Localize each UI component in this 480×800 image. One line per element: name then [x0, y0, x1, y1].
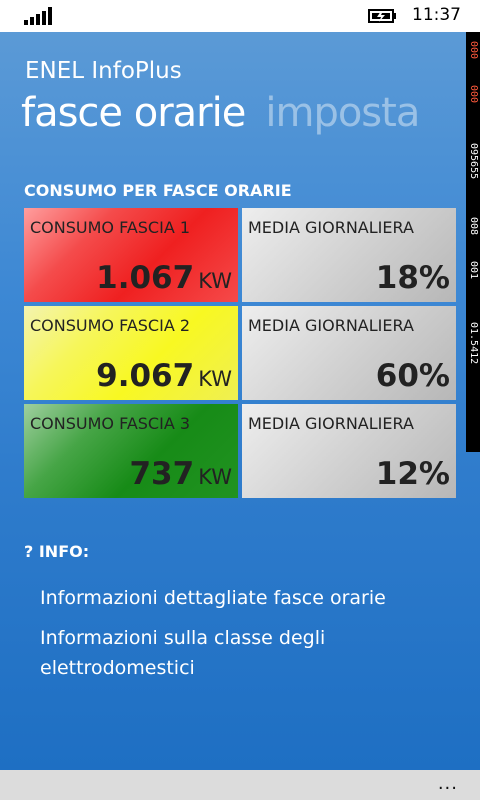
consumption-value: 9.067: [96, 358, 195, 394]
tile-value: 9.067 KW: [96, 358, 232, 394]
app-title: ENEL InfoPlus: [25, 58, 182, 84]
pivot-tab-imposta[interactable]: imposta: [265, 90, 420, 136]
media-value: 12%: [375, 456, 450, 492]
tile-value: 737 KW: [129, 456, 232, 492]
tile-label: MEDIA GIORNALIERA: [248, 316, 414, 335]
ellipsis-icon[interactable]: ...: [438, 773, 458, 794]
clock: 11:37: [412, 5, 461, 25]
tile-label: MEDIA GIORNALIERA: [248, 414, 414, 433]
tile-media-giornaliera-3[interactable]: MEDIA GIORNALIERA 12%: [242, 404, 456, 498]
frame-counter: 001: [468, 260, 479, 280]
consumption-unit: KW: [198, 367, 232, 391]
info-link-classe-elettrodomestici[interactable]: Informazioni sulla classe degli elettrod…: [40, 623, 450, 683]
pivot-header: fasce orarie imposta: [21, 90, 420, 136]
pivot-tab-fasce-orarie[interactable]: fasce orarie: [21, 90, 246, 136]
tile-value: 60%: [376, 358, 450, 394]
signal-strength-icon: [24, 7, 54, 25]
tile-label: MEDIA GIORNALIERA: [248, 218, 414, 237]
tile-consumo-fascia-1[interactable]: CONSUMO FASCIA 1 1.067 KW: [24, 208, 238, 302]
app-bar: ...: [0, 770, 480, 800]
consumption-value: 737: [129, 456, 195, 492]
tile-label: CONSUMO FASCIA 2: [30, 316, 191, 335]
frame-counter: 01.5412: [468, 321, 479, 365]
consumption-unit: KW: [198, 465, 232, 489]
frame-rate-counters: 000 000 095655 008 001 01.5412: [466, 32, 480, 452]
media-value: 18%: [375, 260, 450, 296]
tile-media-giornaliera-2[interactable]: MEDIA GIORNALIERA 60%: [242, 306, 456, 400]
section-header: CONSUMO PER FASCE ORARIE: [24, 181, 292, 200]
info-header: ? INFO:: [24, 542, 90, 561]
tile-consumo-fascia-3[interactable]: CONSUMO FASCIA 3 737 KW: [24, 404, 238, 498]
info-link-fasce-orarie[interactable]: Informazioni dettagliate fasce orarie: [40, 583, 450, 613]
frame-counter: 000: [468, 84, 479, 104]
frame-counter: 000: [468, 40, 479, 60]
consumption-unit: KW: [198, 269, 232, 293]
tile-value: 12%: [376, 456, 450, 492]
tile-label: CONSUMO FASCIA 1: [30, 218, 191, 237]
consumption-value: 1.067: [96, 260, 195, 296]
battery-charging-icon: [368, 9, 396, 23]
status-bar: 11:37: [0, 0, 480, 32]
main-panel: ENEL InfoPlus fasce orarie imposta CONSUM…: [0, 32, 480, 770]
frame-counter: 095655: [468, 142, 479, 180]
tile-label: CONSUMO FASCIA 3: [30, 414, 191, 433]
tile-value: 1.067 KW: [96, 260, 232, 296]
tile-value: 18%: [376, 260, 450, 296]
tile-media-giornaliera-1[interactable]: MEDIA GIORNALIERA 18%: [242, 208, 456, 302]
frame-counter: 008: [468, 216, 479, 236]
tile-consumo-fascia-2[interactable]: CONSUMO FASCIA 2 9.067 KW: [24, 306, 238, 400]
media-value: 60%: [375, 358, 450, 394]
